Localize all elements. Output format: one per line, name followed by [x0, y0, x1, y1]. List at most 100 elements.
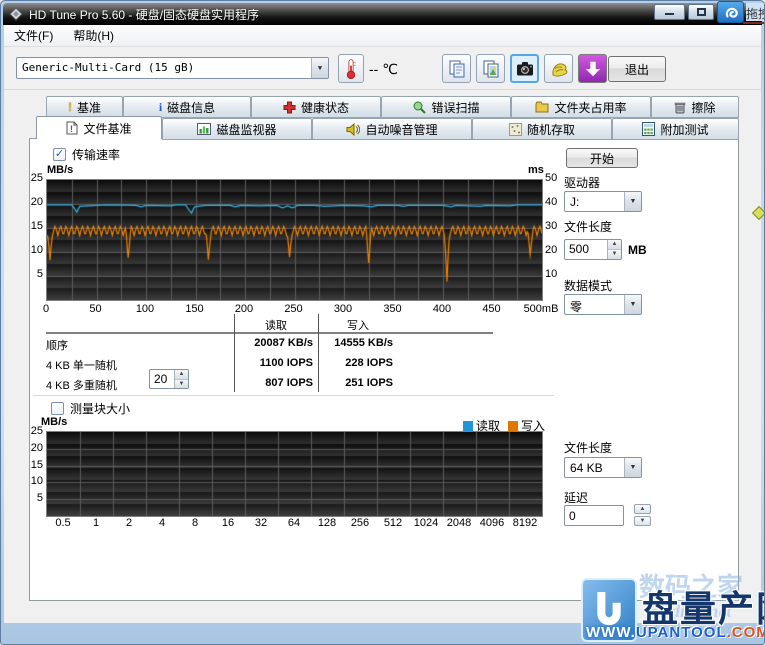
- minimize-icon: [665, 9, 674, 15]
- file-length2-combo[interactable]: 64 KB ▼: [564, 457, 642, 478]
- tab-disk-monitor[interactable]: 磁盘监视器: [162, 118, 312, 140]
- benchmark-icon: !: [68, 100, 72, 114]
- minimize-button[interactable]: [654, 4, 685, 20]
- results-write-value: 228 IOPS: [321, 357, 393, 369]
- results-read-value: 807 IOPS: [237, 377, 313, 389]
- random-access-icon: [509, 123, 522, 136]
- drive-label: 驱动器: [564, 174, 600, 191]
- svg-text:!: !: [70, 124, 73, 134]
- tab-folder-usage[interactable]: 文件夹占用率: [511, 96, 651, 118]
- tab-file-benchmark[interactable]: ! 文件基准: [36, 116, 162, 139]
- menu-item-file[interactable]: 文件(F): [4, 24, 63, 47]
- results-read-value: 20087 KB/s: [237, 337, 313, 349]
- drive-select[interactable]: Generic-Multi-Card (15 gB) ▼: [16, 57, 329, 79]
- maximize-button[interactable]: [688, 4, 714, 20]
- drive-combo[interactable]: J: ▼: [564, 191, 642, 212]
- tab-label: 文件夹占用率: [554, 99, 626, 116]
- tab-label: 擦除: [691, 99, 715, 116]
- queue-depth-spinner[interactable]: 20 ▲▼: [149, 369, 189, 389]
- chevron-down-icon: ▼: [624, 295, 641, 314]
- block-size-checkbox[interactable]: 测量块大小: [51, 400, 130, 417]
- thermometer-icon: [343, 57, 359, 81]
- exit-button[interactable]: 退出: [608, 56, 666, 82]
- copy-image-button[interactable]: [476, 54, 505, 83]
- delay-up-button[interactable]: ▲: [634, 504, 651, 514]
- chart1-y-unit-left: MB/s: [47, 164, 73, 176]
- spin-up-icon[interactable]: ▲: [608, 240, 621, 250]
- speaker-icon: [346, 123, 360, 136]
- tab-label: 健康状态: [301, 99, 349, 116]
- results-row-label: 顺序: [46, 337, 68, 353]
- checkbox-unchecked-icon: [51, 402, 64, 415]
- menu-item-help[interactable]: 帮助(H): [63, 24, 124, 47]
- file-length-label: 文件长度: [564, 218, 612, 235]
- disk-monitor-icon: [197, 123, 211, 135]
- spin-down-icon[interactable]: ▼: [608, 250, 621, 259]
- app-icon: [9, 7, 23, 21]
- chevron-down-icon: ▼: [624, 192, 641, 211]
- spin-down-icon[interactable]: ▼: [175, 380, 188, 389]
- watermark-url-tld: .COM: [727, 624, 765, 641]
- file-length2-label: 文件长度: [564, 439, 612, 456]
- chevron-down-icon: ▼: [624, 458, 641, 477]
- section-divider: [33, 395, 554, 396]
- delay-input[interactable]: 0: [564, 505, 624, 526]
- donate-button[interactable]: [544, 54, 573, 83]
- tab-erase[interactable]: 擦除: [651, 96, 739, 118]
- drag-watermark-underline: [743, 22, 765, 24]
- tab-disk-info[interactable]: i 磁盘信息: [123, 96, 251, 118]
- drive-combo-value: J:: [565, 192, 624, 211]
- transfer-rate-checkbox[interactable]: ✓ 传输速率: [53, 146, 120, 163]
- spin-up-icon[interactable]: ▲: [175, 370, 188, 380]
- data-mode-combo[interactable]: 零 ▼: [564, 294, 642, 315]
- results-write-value: 251 IOPS: [321, 377, 393, 389]
- tab-extra-tests[interactable]: 附加测试: [612, 118, 739, 140]
- update-button[interactable]: [578, 54, 607, 83]
- legend-read-swatch: [463, 421, 473, 431]
- temperature-button[interactable]: [338, 54, 364, 83]
- results-header-rule: [46, 332, 493, 334]
- copy-text-icon: [447, 59, 467, 79]
- transfer-rate-chart: [46, 179, 543, 301]
- tab-random-access[interactable]: 随机存取: [472, 118, 612, 140]
- queue-depth-value: 20: [150, 370, 174, 388]
- results-read-value: 1100 IOPS: [237, 357, 313, 369]
- results-write-value: 14555 KB/s: [321, 337, 393, 349]
- tab-auto-acoustic[interactable]: 自动噪音管理: [312, 118, 472, 140]
- health-cross-icon: [283, 101, 296, 114]
- tab-benchmark[interactable]: ! 基准: [46, 96, 123, 118]
- legend-write-swatch: [508, 421, 518, 431]
- delay-down-button[interactable]: ▼: [634, 516, 651, 526]
- watermark-corner-logo: [717, 1, 744, 23]
- delay-label: 延迟: [564, 489, 588, 506]
- tab-label: 错误扫描: [431, 99, 479, 116]
- tab-label: 自动噪音管理: [365, 121, 437, 138]
- spinner-arrows[interactable]: ▲▼: [607, 240, 621, 259]
- drag-watermark-label: 拖拽: [746, 3, 765, 21]
- chevron-down-icon: ▼: [311, 58, 328, 78]
- copy-image-icon: [481, 59, 501, 79]
- disk-info-icon: i: [159, 100, 162, 115]
- spinner-arrows[interactable]: ▲▼: [174, 370, 188, 388]
- results-row-label: 4 KB 单一随机: [46, 357, 117, 373]
- tab-label: 磁盘监视器: [216, 121, 276, 138]
- swirl-icon: [722, 4, 740, 20]
- file-length-spinner[interactable]: 500 ▲▼: [564, 239, 622, 260]
- donate-hand-icon: [549, 59, 569, 79]
- transfer-rate-checkbox-label: 传输速率: [72, 146, 120, 163]
- extra-tests-icon: [642, 122, 655, 136]
- folder-usage-icon: [535, 101, 549, 113]
- erase-trash-icon: [674, 101, 686, 114]
- download-arrow-icon: [584, 60, 602, 78]
- camera-icon: [515, 60, 535, 78]
- tab-health[interactable]: 健康状态: [251, 96, 381, 118]
- error-scan-icon: [412, 100, 426, 114]
- tab-label: 磁盘信息: [167, 99, 215, 116]
- results-divider-2: [318, 314, 319, 392]
- copy-text-button[interactable]: [442, 54, 471, 83]
- tab-error-scan[interactable]: 错误扫描: [381, 96, 511, 118]
- start-button[interactable]: 开始: [566, 148, 638, 168]
- results-col-write: 写入: [318, 317, 398, 333]
- watermark-url-www: WWW.: [586, 624, 636, 641]
- screenshot-button[interactable]: [510, 54, 539, 83]
